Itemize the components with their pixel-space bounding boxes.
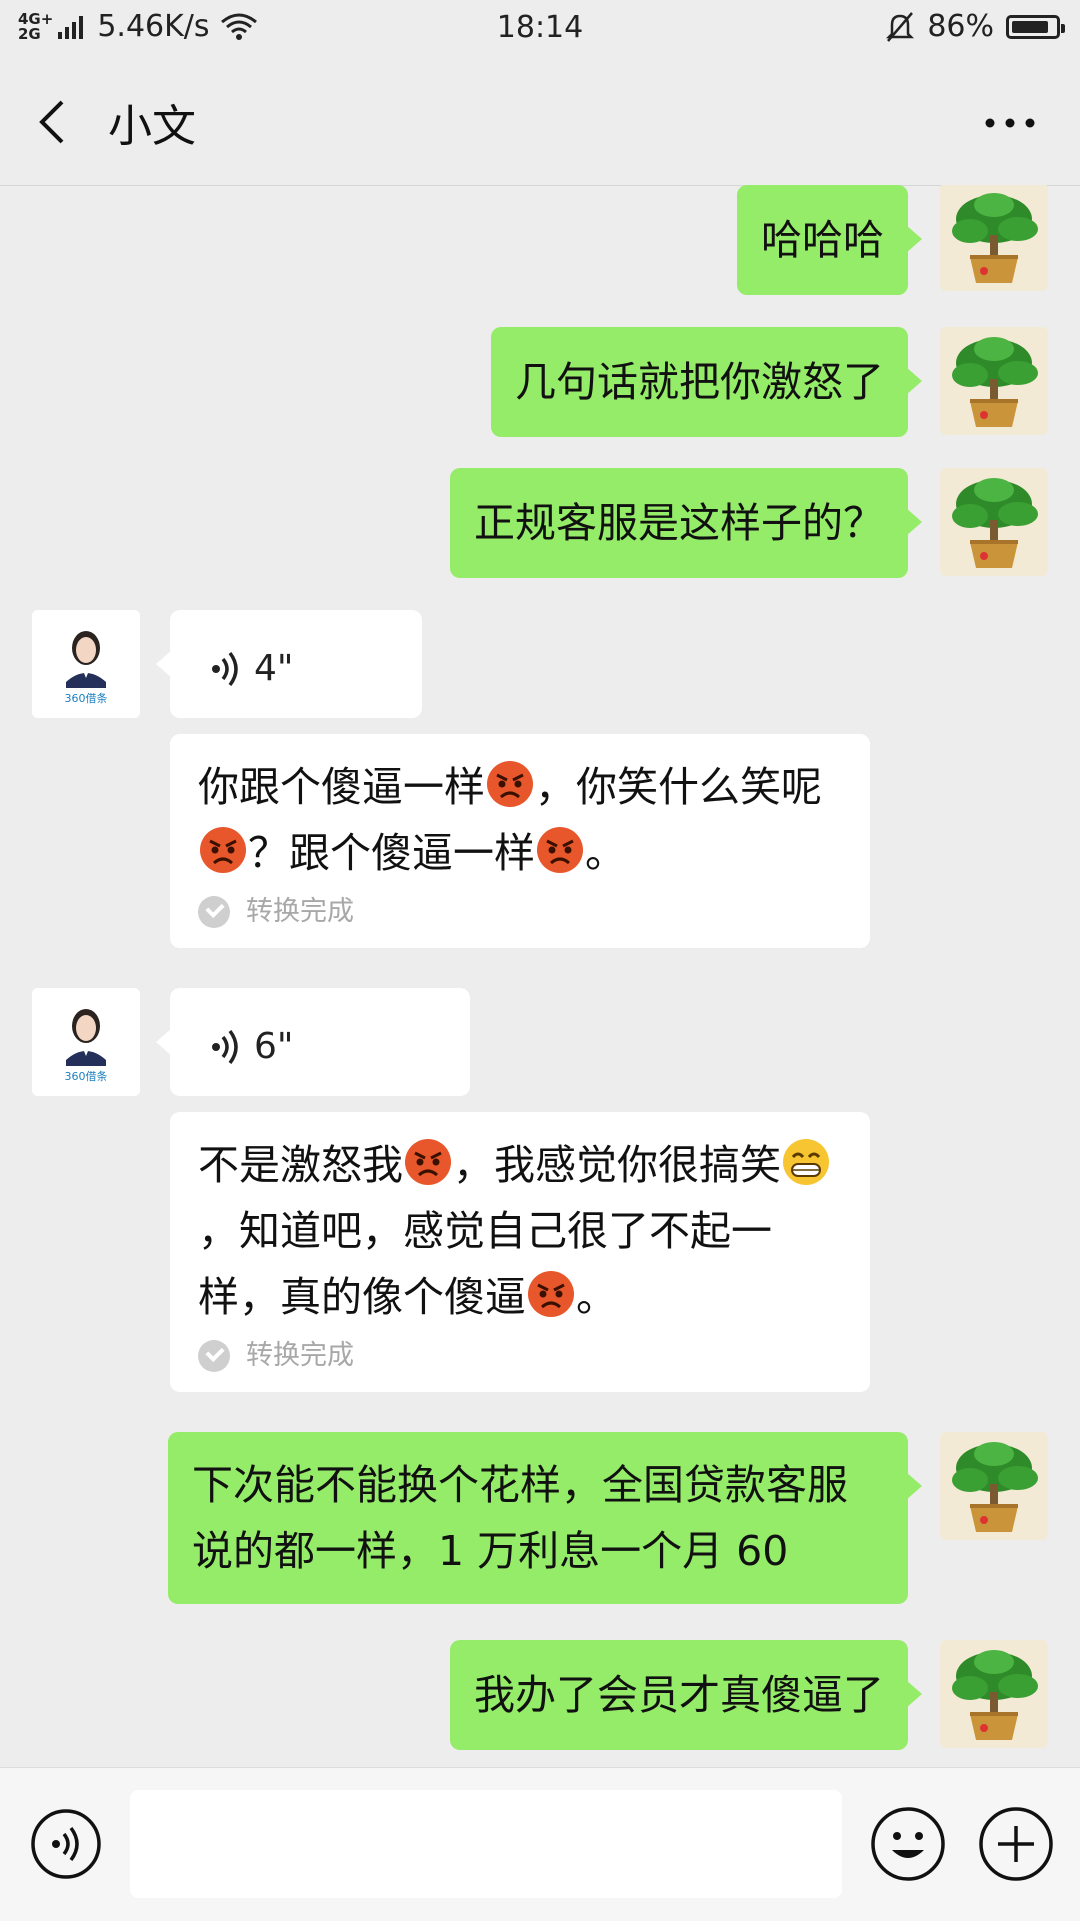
angry-emoji-icon — [487, 761, 533, 807]
self-avatar[interactable] — [940, 1432, 1048, 1540]
check-circle-icon — [198, 896, 230, 928]
transcript-segment: 你跟个傻逼一样 — [198, 763, 485, 811]
bell-muted-icon — [886, 11, 915, 42]
outgoing-message[interactable]: 下次能不能换个花样，全国贷款客服说的都一样，1 万利息一个月 60 — [168, 1432, 922, 1604]
outgoing-message[interactable]: 正规客服是这样子的？ — [450, 468, 922, 578]
voice-wave-icon — [212, 1029, 238, 1065]
self-avatar[interactable] — [940, 468, 1048, 576]
status-right: 86% — [885, 9, 1065, 44]
voice-transcript[interactable]: 你跟个傻逼一样 ，你笑什么笑呢？跟个傻逼一样 。 转换完成 — [170, 734, 870, 948]
conversion-status: 转换完成 — [198, 892, 842, 932]
transcript-text: 你跟个傻逼一样 ，你笑什么笑呢？跟个傻逼一样 。 — [198, 754, 842, 886]
self-avatar[interactable] — [940, 185, 1048, 291]
back-arrow-icon[interactable] — [30, 94, 80, 150]
angry-emoji-icon — [200, 827, 246, 873]
emoji-icon[interactable] — [870, 1806, 946, 1882]
transcript-segment: 不是激怒我 — [198, 1141, 403, 1189]
battery-icon — [1006, 14, 1065, 39]
voice-message[interactable]: 6" — [156, 988, 470, 1096]
self-avatar[interactable] — [940, 327, 1048, 435]
outgoing-message[interactable]: 几句话就把你激怒了 — [491, 327, 922, 437]
woman-avatar-image: 360借条 — [32, 610, 140, 718]
transcript-segment: ，你笑什么笑呢 — [535, 763, 822, 811]
grin-emoji-icon — [783, 1139, 829, 1185]
voice-input-icon[interactable] — [30, 1808, 102, 1880]
angry-emoji-icon — [528, 1271, 574, 1317]
input-bar — [0, 1767, 1080, 1921]
outgoing-message[interactable]: 我办了会员才真傻逼了 — [450, 1640, 922, 1750]
chat-title: 小文 — [108, 101, 196, 152]
message-list[interactable]: 哈哈哈 几句话就把你激怒了 正规客服是这样子的？ 360借条 4" 你跟个傻逼一… — [0, 185, 1080, 1767]
message-input[interactable] — [130, 1790, 842, 1898]
plant-avatar-image — [940, 327, 1048, 435]
angry-emoji-icon — [405, 1139, 451, 1185]
voice-duration: 6" — [254, 1026, 294, 1067]
voice-wave-icon — [212, 651, 238, 687]
conversion-status-label: 转换完成 — [246, 896, 354, 927]
transcript-segment: ，我感觉你很搞笑 — [453, 1141, 781, 1189]
plant-avatar-image — [940, 468, 1048, 576]
contact-avatar[interactable]: 360借条 — [32, 610, 140, 718]
transcript-segment: ，知道吧，感觉自己很了不起一样，真的像个傻逼 — [198, 1207, 772, 1321]
avatar-logo-text: 360借条 — [65, 1069, 108, 1083]
conversion-status-label: 转换完成 — [246, 1340, 354, 1371]
check-circle-icon — [198, 1340, 230, 1372]
status-bar: 4G+ 2G 5.46K/s 18:14 86% — [0, 0, 1080, 58]
angry-emoji-icon — [537, 827, 583, 873]
add-icon[interactable] — [978, 1806, 1054, 1882]
self-avatar[interactable] — [940, 1640, 1048, 1748]
conversion-status: 转换完成 — [198, 1336, 842, 1376]
voice-transcript[interactable]: 不是激怒我 ，我感觉你很搞笑 ，知道吧，感觉自己很了不起一样，真的像个傻逼。 转换完… — [170, 1112, 870, 1392]
plant-avatar-image — [940, 1640, 1048, 1748]
chat-header: 小文 — [0, 58, 1080, 186]
battery-fill — [1012, 20, 1049, 33]
more-options-icon[interactable] — [980, 108, 1040, 138]
plant-avatar-image — [940, 1432, 1048, 1540]
transcript-segment: ？跟个傻逼一样 — [248, 829, 535, 877]
voice-message[interactable]: 4" — [156, 610, 422, 718]
battery-percent: 86% — [927, 9, 994, 44]
avatar-logo-text: 360借条 — [65, 691, 108, 705]
woman-avatar-image: 360借条 — [32, 988, 140, 1096]
outgoing-message[interactable]: 哈哈哈 — [737, 185, 922, 295]
voice-duration: 4" — [254, 648, 294, 689]
transcript-segment: 。 — [576, 1273, 617, 1321]
transcript-text: 不是激怒我 ，我感觉你很搞笑 ，知道吧，感觉自己很了不起一样，真的像个傻逼。 — [198, 1132, 842, 1330]
transcript-segment: 。 — [585, 829, 626, 877]
plant-avatar-image — [940, 185, 1048, 291]
contact-avatar[interactable]: 360借条 — [32, 988, 140, 1096]
